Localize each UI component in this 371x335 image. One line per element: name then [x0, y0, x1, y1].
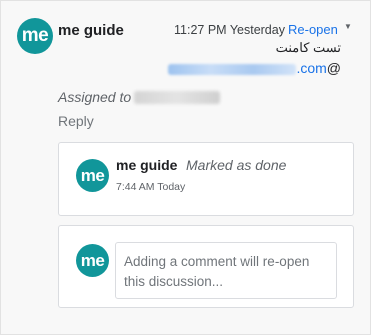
assigned-label: Assigned to — [58, 89, 132, 105]
event-time: 7:44 AM Today — [116, 181, 186, 193]
redacted-assignee — [134, 91, 220, 104]
comment-thread-panel: me me guide 11:27 PM Yesterday Re-open ▼… — [0, 0, 371, 335]
event-avatar: me — [76, 159, 109, 192]
mentioned-email[interactable]: .com@ — [168, 60, 341, 76]
comment-input[interactable]: Adding a comment will re-open this discu… — [115, 242, 337, 299]
composer-avatar: me — [76, 244, 109, 277]
resolved-event-card: me me guide Marked as done 7:44 AM Today — [58, 142, 354, 216]
event-author: me guide — [116, 157, 178, 173]
email-domain: .com — [296, 60, 327, 76]
reply-composer-card: me Adding a comment will re-open this di… — [58, 225, 354, 308]
reopen-button[interactable]: Re-open — [288, 22, 338, 37]
comment-body: تست کامنت — [275, 40, 341, 55]
redacted-email — [168, 63, 297, 75]
comment-author: me guide — [58, 22, 124, 39]
author-avatar: me — [17, 18, 53, 54]
caret-down-icon[interactable]: ▼ — [344, 22, 352, 31]
comment-timestamp: 11:27 PM Yesterday — [174, 23, 285, 37]
email-prefix: @ — [326, 60, 341, 76]
reply-link[interactable]: Reply — [58, 113, 94, 129]
event-status: Marked as done — [186, 157, 287, 173]
